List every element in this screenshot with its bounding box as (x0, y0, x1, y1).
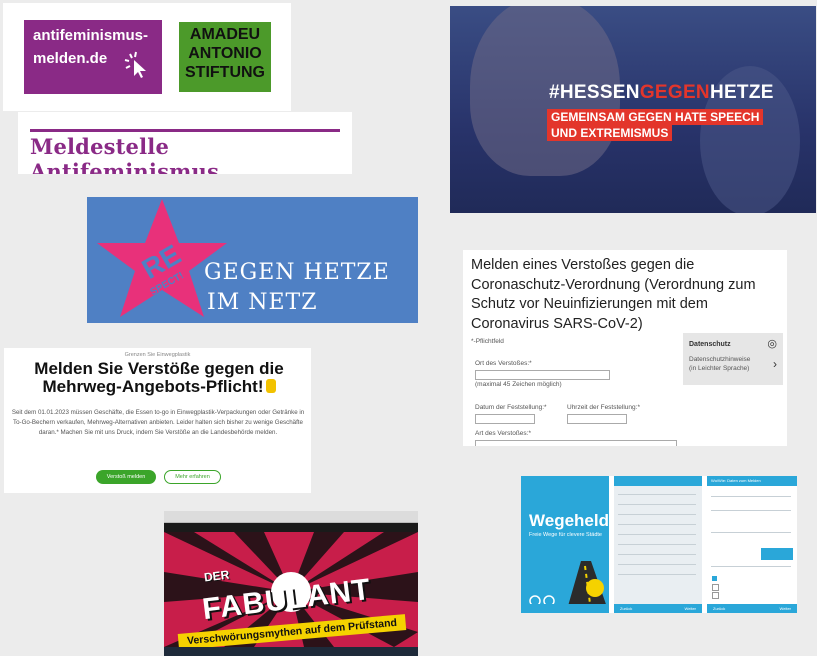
divider (30, 129, 340, 132)
privacy-title: Datenschutz (689, 341, 731, 348)
back-button[interactable]: Zurück (620, 606, 632, 611)
time-input[interactable] (567, 414, 627, 424)
meldestelle-title: Meldestelle Antifeminismus (30, 134, 220, 174)
location-input[interactable] (475, 370, 610, 380)
hessen-hashtag: #HESSENGEGENHETZE (549, 82, 774, 104)
logo-antonio: ANTONIO (188, 45, 262, 62)
checkbox-2[interactable] (712, 584, 719, 591)
privacy-box[interactable]: Datenschutz ◎ Datenschutzhinweise (in Le… (683, 333, 783, 385)
hashtag-hessen: #HESSEN (549, 82, 640, 103)
site-nav-bar (164, 523, 418, 532)
wegeheld-splash-screen: Wegeheld Freie Wege für clevere Städte (521, 476, 609, 613)
splash-footer (521, 604, 609, 613)
privacy-link[interactable]: Datenschutzhinweise (in Leichter Sprache… (689, 355, 759, 373)
date-input[interactable] (475, 414, 535, 424)
tagline-2: UND EXTREMISMUS (547, 125, 673, 141)
form-title: Melden eines Verstoßes gegen die Coronas… (471, 257, 756, 332)
amadeu-antonio-stiftung-logo[interactable]: AMADEU ANTONIO STIFTUNG (179, 22, 271, 92)
tagline-1: GEMEINSAM GEGEN HATE SPEECH (547, 109, 764, 125)
chevron-right-icon: › (773, 357, 777, 371)
details-header: Wo/Wie: Daten zum Melden (707, 476, 797, 486)
headline-line-2: Mehrweg-Angebots-Pflicht! (14, 378, 304, 396)
details-next-button[interactable]: Weiter (780, 606, 791, 611)
report-button[interactable]: Verstoß melden (96, 470, 156, 484)
meldestelle-banner: Meldestelle Antifeminismus (18, 112, 352, 174)
headline-line-2-text: Mehrweg-Angebots-Pflicht! (42, 377, 264, 396)
wegeheld-details-screen: Wo/Wie: Daten zum Melden Zurück Weiter (707, 476, 797, 613)
time-label: Uhrzeit der Feststellung:* (567, 404, 640, 411)
antifeminismus-melden-logo[interactable]: antifeminismus- melden.de (24, 20, 162, 94)
checkbox-3[interactable] (712, 592, 719, 599)
category-footer[interactable]: Zurück Weiter (614, 604, 702, 613)
required-note: *-Pflichtfeld (471, 338, 504, 345)
fabulant-artwork: DER FABULANT Verschwörungsmythen auf dem… (164, 532, 418, 647)
details-footer[interactable]: Zurück Weiter (707, 604, 797, 613)
respect-gegen-hetze-banner[interactable]: RE SPECT! GEGEN HETZE IM NETZ (87, 197, 418, 323)
location-button[interactable] (761, 548, 793, 560)
hashtag-gegen: GEGEN (639, 82, 710, 103)
browser-tab-bar (164, 511, 418, 523)
logo-amadeu: AMADEU (189, 26, 261, 43)
logo-stiftung: STIFTUNG (185, 64, 265, 81)
details-header-title: Wo/Wie: Daten zum Melden (711, 478, 761, 483)
location-label: Ort des Verstoßes:* (475, 360, 532, 367)
type-select[interactable] (475, 440, 677, 446)
location-hint: (maximal 45 Zeichen möglich) (475, 381, 562, 388)
mehrweg-banner: Grenzen Sie Einwegplastik Melden Sie Ver… (4, 348, 311, 493)
headline-line-1: Melden Sie Verstöße gegen die (34, 359, 284, 378)
details-back-button[interactable]: Zurück (713, 606, 725, 611)
fabulant-screenshot[interactable]: DER FABULANT Verschwörungsmythen auf dem… (164, 511, 418, 656)
warning-icon (586, 579, 604, 597)
wegeheld-app-screens[interactable]: Wegeheld Freie Wege für clevere Städte Z… (521, 476, 797, 613)
logo-line-2: melden.de (33, 50, 108, 67)
respect-line-1: GEGEN HETZE (204, 260, 390, 285)
globe-icon: ◎ (767, 338, 777, 350)
corona-report-form: Melden eines Verstoßes gegen die Coronas… (463, 250, 787, 446)
date-label: Datum der Feststellung:* (475, 404, 547, 411)
checkbox-1[interactable] (712, 576, 717, 581)
body-text: Seit dem 01.01.2023 müssen Geschäfte, di… (11, 409, 305, 436)
learn-more-button[interactable]: Mehr erfahren (164, 470, 221, 484)
thumbs-up-icon (265, 379, 276, 393)
respect-line-2: IM NETZ (207, 290, 318, 315)
hashtag-hetze: HETZE (709, 82, 774, 103)
next-button[interactable]: Weiter (685, 606, 696, 611)
type-label: Art des Verstoßes:* (475, 430, 531, 437)
kicker-text: Grenzen Sie Einwegplastik (124, 352, 191, 358)
logo-tile: antifeminismus- melden.de AMADEU ANTONIO… (3, 3, 291, 111)
wegeheld-category-screen: Zurück Weiter (614, 476, 702, 613)
cursor-click-icon (124, 51, 146, 78)
headline: Melden Sie Verstöße gegen die Mehrweg-An… (14, 360, 304, 396)
road-illustration (529, 561, 609, 613)
taskbar (164, 647, 418, 656)
screen-header (614, 476, 702, 486)
hessen-gegen-hetze-banner[interactable]: #HESSENGEGENHETZE GEMEINSAM GEGEN HATE S… (450, 6, 816, 213)
logo-line-1: antifeminismus- (33, 27, 149, 44)
